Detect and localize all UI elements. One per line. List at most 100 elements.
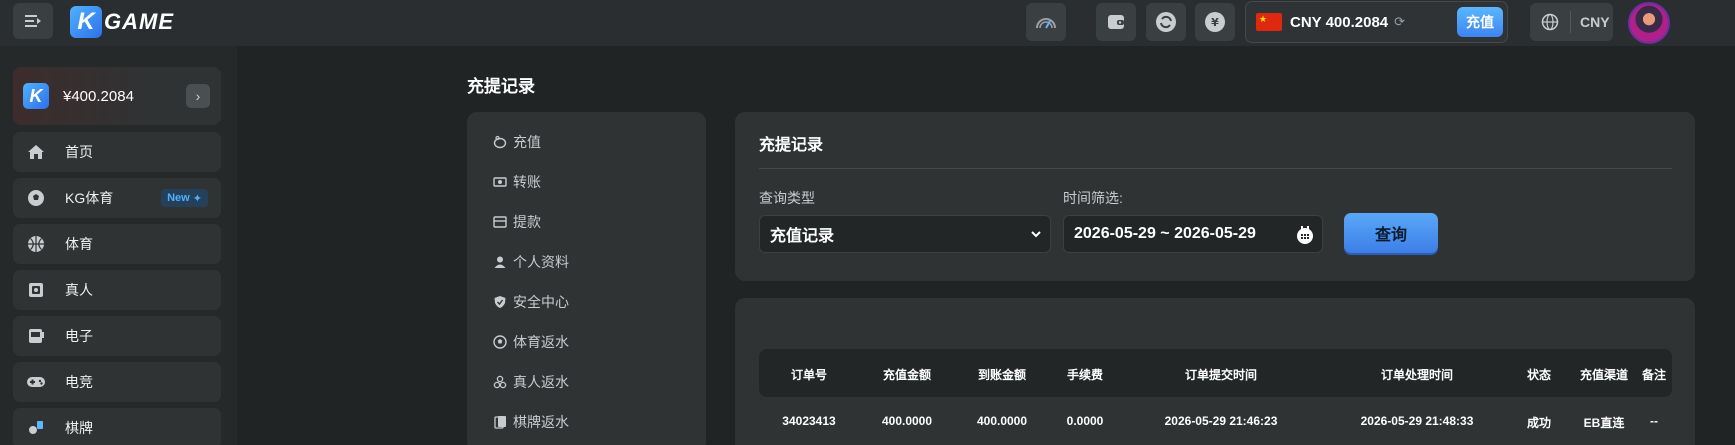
chevron-right-icon[interactable]: › xyxy=(186,84,210,108)
sidebar-item-kg-sports[interactable]: KG体育 New ✦ xyxy=(13,178,221,218)
cell-remark: -- xyxy=(1650,414,1658,428)
menu-icon xyxy=(25,15,41,27)
chevron-down-icon xyxy=(1031,231,1041,238)
sidebar-wallet-card[interactable]: K ¥400.2084 › xyxy=(13,67,221,125)
header-balance: CNY 400.2084 ⟳ 充值 xyxy=(1245,1,1508,43)
subnav-item-profile[interactable]: 个人资料 xyxy=(493,252,569,272)
column-header: 订单号 xyxy=(790,368,828,382)
user-icon xyxy=(494,256,506,268)
separator xyxy=(1570,11,1571,33)
subnav-item-label: 棋牌返水 xyxy=(513,414,569,430)
sidebar-item-live-casino[interactable]: 真人 xyxy=(13,270,221,310)
speedometer-icon xyxy=(1036,18,1056,29)
yuan-button[interactable]: ¥ xyxy=(1195,3,1235,41)
top-header: K GAME ¥ CNY 400.2084 ⟳ 充值 CNY xyxy=(0,0,1735,46)
table-row: 34023413 400.0000 400.0000 0.0000 2026-0… xyxy=(759,408,1672,438)
subnav-item-label: 提款 xyxy=(513,214,541,230)
logo-k-mark: K xyxy=(70,6,102,38)
cell-status: 成功 xyxy=(1526,416,1552,430)
date-range-picker[interactable]: 2026-05-29 ~ 2026-05-29 xyxy=(1063,215,1323,253)
records-panel: 订单号 充值金额 到账金额 手续费 订单提交时间 订单处理时间 状态 充值渠道 … xyxy=(735,298,1695,445)
subnav-item-label: 充值 xyxy=(513,134,541,150)
sidebar-item-label: 体育 xyxy=(65,236,93,252)
subnav-item-deposit[interactable]: 充值 xyxy=(493,132,541,152)
soccer-ball-icon xyxy=(28,190,44,206)
subnav-item-withdraw[interactable]: 提款 xyxy=(493,212,541,232)
withdraw-icon xyxy=(493,216,507,228)
logo[interactable]: K GAME xyxy=(70,6,174,38)
header-balance-amount: CNY 400.2084 xyxy=(1290,13,1389,31)
logo-k-mark: K xyxy=(23,83,49,109)
query-type-label: 查询类型 xyxy=(759,190,815,206)
china-flag-icon xyxy=(1256,13,1282,31)
basketball-icon xyxy=(28,236,44,252)
column-header: 充值渠道 xyxy=(1579,368,1629,382)
logo-text: GAME xyxy=(104,9,174,34)
sidebar-item-slots[interactable]: 电子 xyxy=(13,316,221,356)
subnav-item-transfer[interactable]: 转账 xyxy=(493,172,541,192)
deposit-button[interactable]: 充值 xyxy=(1457,7,1503,37)
language-currency-selector[interactable]: CNY xyxy=(1530,3,1613,41)
new-badge: New ✦ xyxy=(161,189,208,207)
filter-panel-title: 充提记录 xyxy=(759,137,824,154)
transfer-icon xyxy=(493,177,507,187)
transfer-button[interactable] xyxy=(1146,3,1186,41)
soccer-ball-icon xyxy=(493,335,507,349)
column-header: 状态 xyxy=(1526,368,1552,382)
chips-icon xyxy=(493,375,507,389)
slot-machine-icon xyxy=(29,329,44,343)
wallet-amount: ¥400.2084 xyxy=(63,87,134,105)
cell-submit-time: 2026-05-29 21:46:23 xyxy=(1164,414,1278,428)
subnav-item-chess-rebate[interactable]: 棋牌返水 xyxy=(493,412,569,432)
column-header: 备注 xyxy=(1641,368,1667,382)
user-avatar[interactable] xyxy=(1628,2,1670,44)
globe-icon xyxy=(1541,13,1559,31)
subnav-item-live-rebate[interactable]: 真人返水 xyxy=(493,372,569,392)
sidebar-item-label: 电子 xyxy=(65,328,93,344)
account-subnav: 充值 转账 提款 个人资料 安全中心 体育返水 真人返水 棋牌返水 xyxy=(467,112,706,445)
date-range-value: 2026-05-29 ~ 2026-05-29 xyxy=(1074,225,1256,242)
sidebar-item-label: 首页 xyxy=(65,144,93,160)
subnav-item-label: 个人资料 xyxy=(513,254,569,270)
sidebar-item-label: 真人 xyxy=(65,282,93,298)
sidebar-item-chess[interactable]: 棋牌 xyxy=(13,408,221,445)
sidebar-item-label: 棋牌 xyxy=(65,420,93,436)
chess-icon xyxy=(29,421,43,434)
divider xyxy=(759,168,1672,169)
column-header: 充值金额 xyxy=(882,368,932,382)
cards-icon xyxy=(29,283,43,297)
piggy-bank-icon xyxy=(493,135,507,149)
sidebar: K ¥400.2084 › 首页 KG体育 New ✦ 体育 真人 电子 电竞 … xyxy=(0,46,237,445)
shield-icon xyxy=(494,296,506,308)
query-type-select[interactable]: 充值记录 xyxy=(759,215,1051,253)
yuan-coin-icon: ¥ xyxy=(1205,12,1225,32)
sidebar-item-sports[interactable]: 体育 xyxy=(13,224,221,264)
column-header: 手续费 xyxy=(1066,368,1104,382)
page-title: 充提记录 xyxy=(467,77,535,96)
wallet-button[interactable] xyxy=(1096,3,1136,41)
subnav-item-label: 真人返水 xyxy=(513,374,569,390)
column-header: 订单处理时间 xyxy=(1380,368,1454,382)
home-icon xyxy=(28,145,44,159)
time-filter-label: 时间筛选: xyxy=(1063,190,1123,206)
cell-fee: 0.0000 xyxy=(1066,414,1104,428)
refresh-icon[interactable]: ⟳ xyxy=(1394,14,1405,30)
sidebar-item-home[interactable]: 首页 xyxy=(13,132,221,172)
subnav-item-label: 安全中心 xyxy=(513,294,569,310)
cell-order-id: 34023413 xyxy=(782,414,836,428)
query-button[interactable]: 查询 xyxy=(1344,213,1438,253)
column-header: 到账金额 xyxy=(977,368,1027,382)
cards-icon xyxy=(494,416,506,429)
speed-button[interactable] xyxy=(1026,3,1066,41)
menu-toggle-button[interactable] xyxy=(13,3,53,39)
subnav-item-sports-rebate[interactable]: 体育返水 xyxy=(493,332,569,352)
filter-panel: 充提记录 查询类型 时间筛选: 充值记录 2026-05-29 ~ 2026-0… xyxy=(735,112,1695,281)
cell-deposit-amount: 400.0000 xyxy=(881,414,933,428)
query-type-value: 充值记录 xyxy=(770,228,835,245)
currency-code: CNY xyxy=(1580,14,1610,30)
sidebar-item-esports[interactable]: 电竞 xyxy=(13,362,221,402)
calendar-icon[interactable] xyxy=(1296,225,1314,245)
subnav-item-security[interactable]: 安全中心 xyxy=(493,292,569,312)
gamepad-icon xyxy=(27,377,45,387)
column-header: 订单提交时间 xyxy=(1184,368,1258,382)
